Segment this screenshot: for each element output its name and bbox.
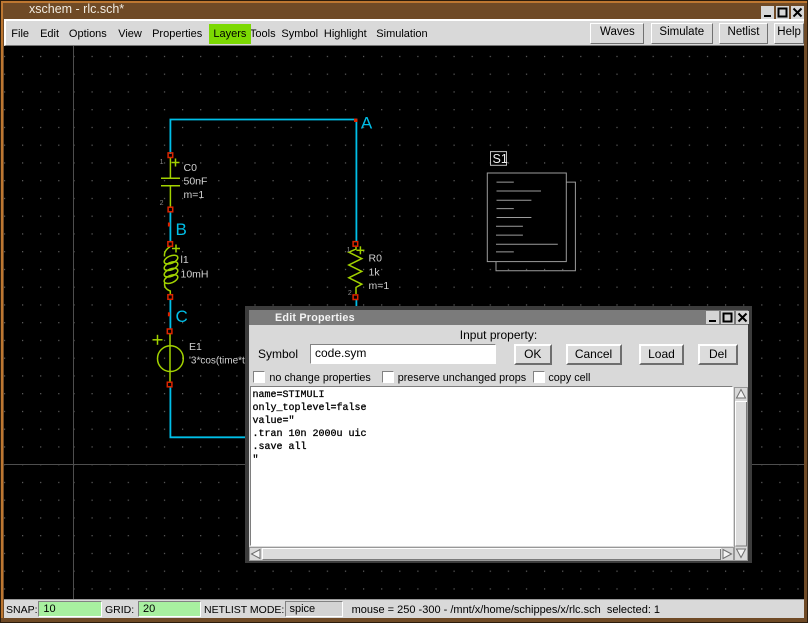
svg-text:C0: C0 [184, 162, 198, 174]
svg-text:1: 1 [347, 247, 351, 254]
svg-text:m=1: m=1 [184, 189, 205, 201]
svg-text:A: A [361, 113, 373, 132]
svg-text:2: 2 [160, 200, 164, 207]
svg-text:B: B [176, 220, 187, 239]
svg-text:'3*cos(time*ti: '3*cos(time*ti [189, 356, 247, 367]
svg-text:1k: 1k [369, 267, 381, 279]
svg-text:m=1: m=1 [369, 280, 390, 292]
svg-text:1: 1 [160, 159, 164, 166]
svg-text:l1: l1 [181, 254, 189, 266]
svg-text:S1: S1 [493, 152, 508, 166]
svg-text:50nF: 50nF [184, 176, 208, 188]
svg-text:10mH: 10mH [181, 269, 209, 281]
svg-text:2: 2 [348, 290, 352, 297]
svg-text:C: C [176, 307, 188, 326]
svg-text:E1: E1 [189, 341, 202, 353]
svg-text:R0: R0 [369, 253, 383, 265]
